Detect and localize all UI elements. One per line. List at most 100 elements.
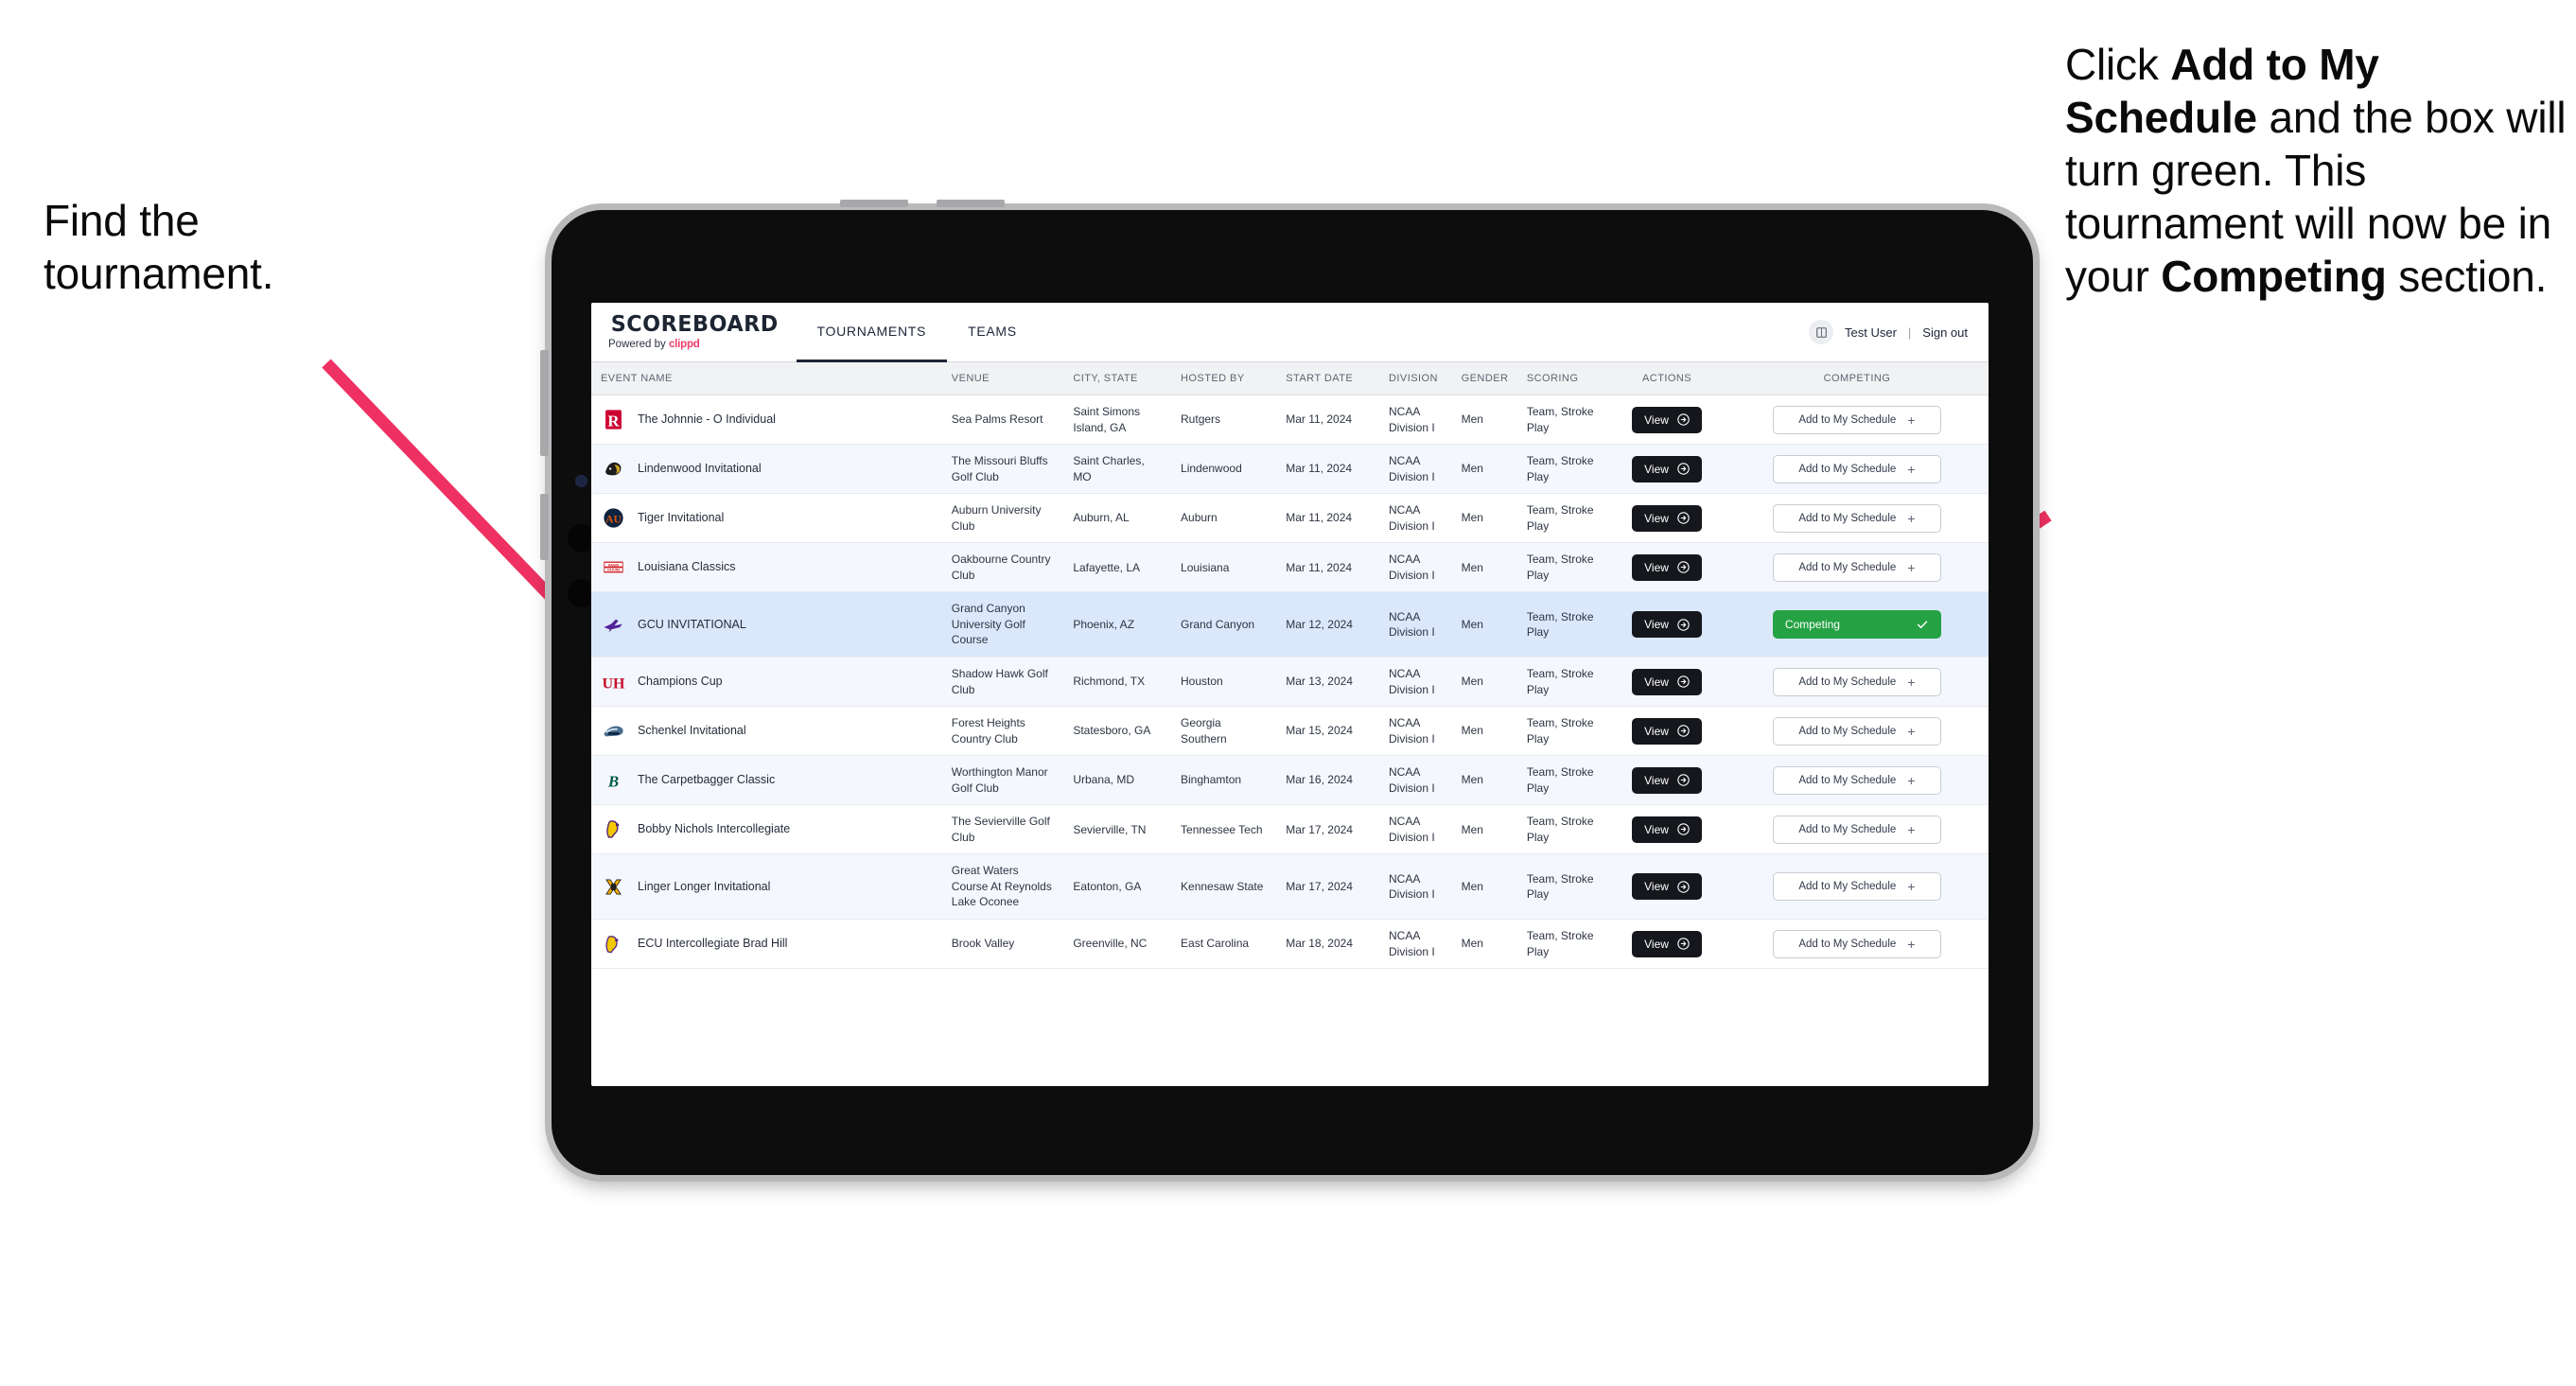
arrow-right-circle-icon xyxy=(1677,561,1690,574)
view-button[interactable]: View xyxy=(1632,816,1702,843)
annotation-right-seg-3: Competing xyxy=(2161,252,2387,302)
add-to-my-schedule-button[interactable]: Add to My Schedule + xyxy=(1772,815,1941,844)
arrow-right-circle-icon xyxy=(1677,463,1690,475)
cell-start-date: Mar 12, 2024 xyxy=(1276,591,1380,658)
view-button[interactable]: View xyxy=(1632,611,1702,639)
table-row[interactable]: R The Johnnie - O Individual Sea Palms Res… xyxy=(591,395,1989,446)
tab-tournaments[interactable]: TOURNAMENTS xyxy=(796,303,948,362)
sign-out-link[interactable]: Sign out xyxy=(1922,325,1968,340)
view-button[interactable]: View xyxy=(1632,455,1702,482)
cell-gender: Men xyxy=(1451,542,1517,593)
cell-actions: View xyxy=(1608,444,1726,495)
add-to-my-schedule-button[interactable]: Add to My Schedule + xyxy=(1772,667,1941,696)
cell-actions: View xyxy=(1608,657,1726,708)
cell-start-date: Mar 11, 2024 xyxy=(1276,395,1380,446)
view-button[interactable]: View xyxy=(1632,766,1702,794)
cell-venue: Grand Canyon University Golf Course xyxy=(941,591,1064,658)
ecu-logo xyxy=(601,931,626,956)
view-button[interactable]: View xyxy=(1632,668,1702,695)
table-row[interactable]: Schenkel Invitational Forest Heights Coun… xyxy=(591,706,1989,757)
view-button-label: View xyxy=(1644,618,1669,632)
view-button[interactable]: View xyxy=(1632,717,1702,745)
cell-venue: Sea Palms Resort xyxy=(941,395,1064,446)
col-competing: COMPETING xyxy=(1725,362,1989,395)
table-row[interactable]: GCU INVITATIONAL Grand Canyon University … xyxy=(591,591,1989,658)
cell-city-state: Richmond, TX xyxy=(1063,657,1172,708)
cell-actions: View xyxy=(1608,919,1726,970)
cell-hosted-by: Auburn xyxy=(1171,493,1277,544)
tab-teams[interactable]: TEAMS xyxy=(947,303,1038,362)
event-name-text: GCU INVITATIONAL xyxy=(638,617,746,631)
cell-event-name: Linger Longer Invitational xyxy=(591,853,942,921)
cell-gender: Men xyxy=(1451,706,1517,757)
col-city-state: CITY, STATE xyxy=(1063,362,1172,395)
cell-event-name: B The Carpetbagger Classic xyxy=(591,755,942,806)
cell-start-date: Mar 13, 2024 xyxy=(1276,657,1380,708)
table-row[interactable]: ECU Intercollegiate Brad Hill Brook Valle… xyxy=(591,919,1989,970)
add-to-my-schedule-button[interactable]: Add to My Schedule + xyxy=(1772,503,1941,533)
table-row[interactable]: Bobby Nichols Intercollegiate The Sevierv… xyxy=(591,804,1989,855)
table-row[interactable]: Lindenwood Invitational The Missouri Bluf… xyxy=(591,444,1989,495)
add-to-my-schedule-label: Add to My Schedule xyxy=(1798,725,1897,737)
cell-division: NCAA Division I xyxy=(1379,853,1452,921)
add-to-my-schedule-button[interactable]: Add to My Schedule + xyxy=(1772,716,1941,746)
device-top-button-1[interactable] xyxy=(840,200,908,207)
cell-event-name: UH Champions Cup xyxy=(591,657,942,708)
houston-logo: UH xyxy=(601,669,626,694)
cell-actions: View xyxy=(1608,395,1726,446)
device-volume-button[interactable] xyxy=(540,350,549,456)
avatar[interactable] xyxy=(1809,320,1833,344)
add-to-my-schedule-button[interactable]: Add to My Schedule + xyxy=(1772,872,1941,902)
add-to-my-schedule-button[interactable]: Add to My Schedule + xyxy=(1772,929,1941,958)
competing-button[interactable]: Competing xyxy=(1772,610,1941,640)
brand-name: SCOREBOARD xyxy=(610,311,779,337)
cell-event-name: ECU Intercollegiate Brad Hill xyxy=(591,919,942,970)
event-name-text: The Carpetbagger Classic xyxy=(638,773,776,787)
cell-event-name: RAGIN CAJUNS Louisiana Classics xyxy=(591,542,942,593)
arrow-right-circle-icon xyxy=(1677,512,1690,524)
annotation-left-line-1: Find the xyxy=(44,196,200,245)
view-button[interactable]: View xyxy=(1632,504,1702,532)
col-actions: ACTIONS xyxy=(1608,362,1726,395)
add-to-my-schedule-label: Add to My Schedule xyxy=(1798,512,1897,524)
table-row[interactable]: RAGIN CAJUNS Louisiana Classics Oakbourne C… xyxy=(591,542,1989,593)
view-button[interactable]: View xyxy=(1632,930,1702,957)
table-row[interactable]: UH Champions Cup Shadow Hawk Golf Club Rich… xyxy=(591,657,1989,708)
view-button[interactable]: View xyxy=(1632,553,1702,581)
view-button-label: View xyxy=(1644,937,1669,951)
cell-gender: Men xyxy=(1451,493,1517,544)
cell-division: NCAA Division I xyxy=(1379,444,1452,495)
cell-actions: View xyxy=(1608,804,1726,855)
add-to-my-schedule-button[interactable]: Add to My Schedule + xyxy=(1772,765,1941,795)
cell-competing: Competing xyxy=(1725,591,1989,658)
device-top-button-2[interactable] xyxy=(937,200,1005,207)
cell-gender: Men xyxy=(1451,919,1517,970)
cell-gender: Men xyxy=(1451,657,1517,708)
plus-icon: + xyxy=(1907,821,1916,837)
add-to-my-schedule-button[interactable]: Add to My Schedule + xyxy=(1772,553,1941,582)
cell-hosted-by: Binghamton xyxy=(1171,755,1277,806)
plus-icon: + xyxy=(1907,936,1916,952)
annotation-right-seg-4: section. xyxy=(2386,252,2548,302)
cell-start-date: Mar 17, 2024 xyxy=(1276,853,1380,921)
brand-logo[interactable]: SCOREBOARD Powered by clippd xyxy=(591,303,797,361)
competing-button-label: Competing xyxy=(1784,618,1840,632)
cell-hosted-by: Rutgers xyxy=(1171,395,1277,446)
add-to-my-schedule-button[interactable]: Add to My Schedule + xyxy=(1772,454,1941,483)
table-row[interactable]: B The Carpetbagger Classic Worthington Man… xyxy=(591,755,1989,806)
event-name-text: Schenkel Invitational xyxy=(638,724,746,738)
add-to-my-schedule-label: Add to My Schedule xyxy=(1798,774,1897,786)
view-button-label: View xyxy=(1644,773,1669,787)
view-button-label: View xyxy=(1644,462,1669,476)
device-power-button[interactable] xyxy=(540,494,549,560)
arrow-right-circle-icon xyxy=(1677,413,1690,426)
table-row[interactable]: AU Tiger Invitational Auburn University Cl… xyxy=(591,493,1989,544)
view-button[interactable]: View xyxy=(1632,406,1702,433)
table-row[interactable]: Linger Longer Invitational Great Waters C… xyxy=(591,853,1989,921)
plus-icon: + xyxy=(1907,510,1916,526)
view-button[interactable]: View xyxy=(1632,873,1702,901)
cell-gender: Men xyxy=(1451,853,1517,921)
arrow-right-circle-icon xyxy=(1677,675,1690,688)
add-to-my-schedule-button[interactable]: Add to My Schedule + xyxy=(1772,405,1941,434)
add-to-my-schedule-label: Add to My Schedule xyxy=(1798,463,1897,475)
